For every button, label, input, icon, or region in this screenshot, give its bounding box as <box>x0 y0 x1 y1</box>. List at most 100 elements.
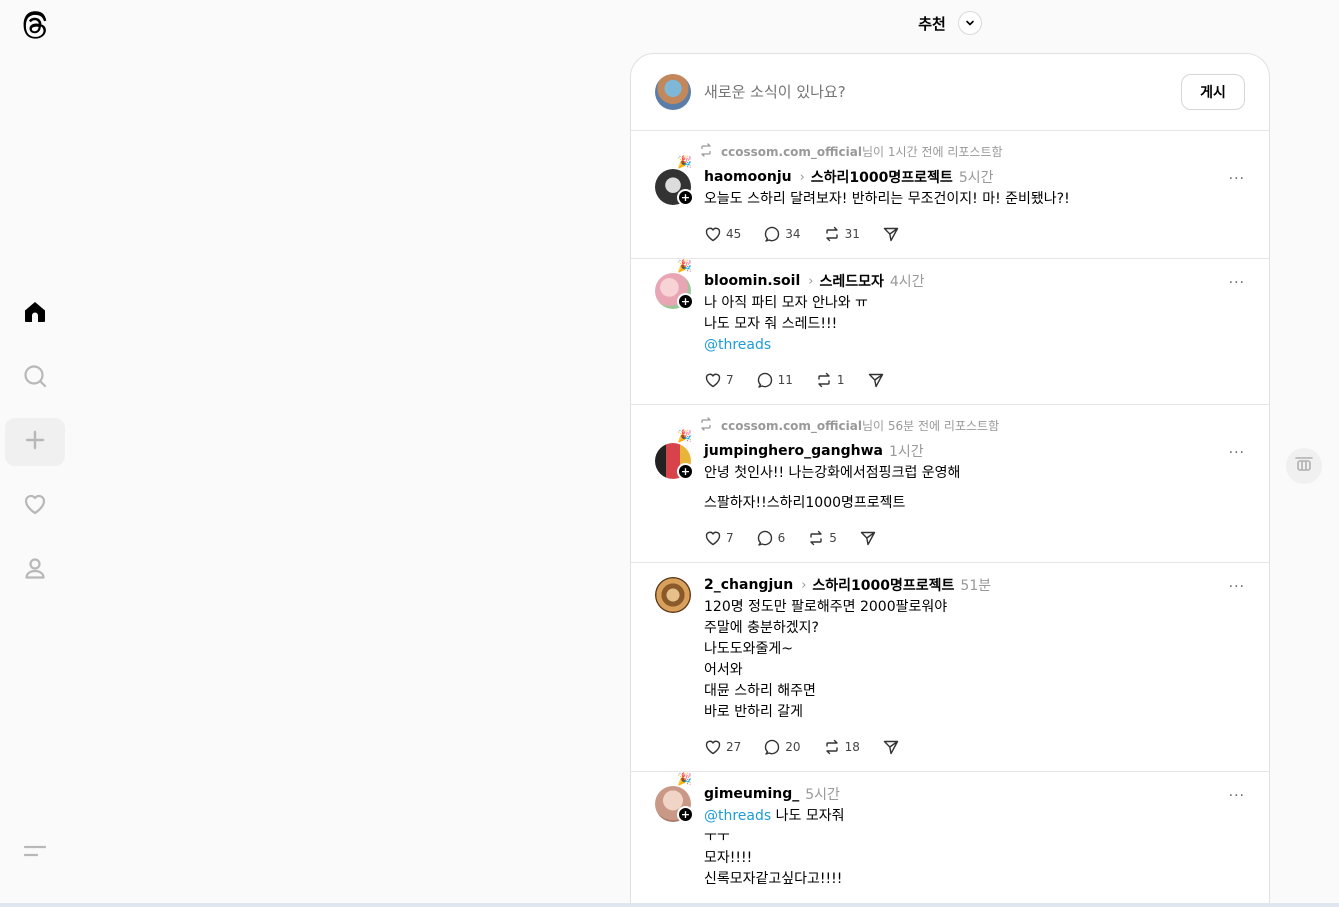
repost-button[interactable]: 31 <box>823 225 860 243</box>
reply-button[interactable]: 11 <box>756 371 793 389</box>
post: ccossom.com_official님이 1시간 전에 리포스트함 🎉 + … <box>631 131 1269 259</box>
post: 🎉 + gimeuming_ 5시간 @threads 나도 모자줘 ㅜㅜ 모자… <box>631 772 1269 905</box>
repost-user[interactable]: ccossom.com_official <box>721 145 862 159</box>
heart-icon <box>22 491 48 521</box>
repost-text: 님이 56분 전에 리포스트함 <box>862 418 1000 433</box>
party-hat-icon: 🎉 <box>677 259 692 273</box>
more-icon[interactable]: ··· <box>1229 275 1245 291</box>
post-topic[interactable]: 스하리1000명프로젝트 <box>812 575 954 595</box>
more-icon[interactable]: ··· <box>1229 579 1245 595</box>
repost-text: 님이 1시간 전에 리포스트함 <box>862 144 1003 159</box>
reply-icon <box>757 530 772 546</box>
follow-plus-icon[interactable]: + <box>677 293 694 310</box>
reply-count: 11 <box>777 373 793 387</box>
chevron-right-icon: › <box>808 273 814 289</box>
like-button[interactable]: 27 <box>704 738 741 756</box>
repost-icon <box>699 142 713 160</box>
share-button[interactable] <box>882 225 900 243</box>
scroll-top-icon <box>1294 456 1314 476</box>
repost-button[interactable]: 1 <box>815 371 845 389</box>
repost-count: 31 <box>844 227 860 241</box>
post-actions: 7 6 5 <box>704 528 1245 548</box>
reply-button[interactable]: 34 <box>763 225 801 243</box>
post-text: ㅜㅜ 모자!!!! 신록모자같고싶다고!!!! <box>704 829 843 887</box>
share-icon <box>883 227 899 242</box>
composer-input[interactable] <box>704 83 1181 101</box>
threads-logo-icon[interactable] <box>19 10 51 42</box>
nav-search[interactable] <box>5 354 65 402</box>
repost-count: 18 <box>844 740 860 754</box>
post-text: 안녕 첫인사!! 나는강화에서점핑크럽 운영해 <box>704 465 961 481</box>
reply-icon <box>765 739 780 755</box>
like-count: 7 <box>726 531 734 545</box>
feed-header: 추천 <box>631 10 1269 36</box>
like-button[interactable]: 7 <box>704 371 734 389</box>
post-username[interactable]: gimeuming_ <box>704 786 799 802</box>
repost-button[interactable]: 5 <box>807 529 837 547</box>
menu-button[interactable] <box>20 838 50 868</box>
more-icon[interactable]: ··· <box>1229 171 1245 187</box>
post-time[interactable]: 51분 <box>960 575 991 595</box>
share-button[interactable] <box>859 529 877 547</box>
post-username[interactable]: haomoonju <box>704 169 792 185</box>
post-time[interactable]: 4시간 <box>890 271 925 291</box>
mention-link[interactable]: @threads <box>704 335 1245 356</box>
nav-create[interactable] <box>5 418 65 466</box>
post-username[interactable]: bloomin.soil <box>704 273 800 289</box>
share-icon <box>883 740 899 755</box>
post-username[interactable]: jumpinghero_ganghwa <box>704 443 883 459</box>
repost-button[interactable]: 18 <box>823 738 860 756</box>
feed-switch-button[interactable] <box>957 11 982 35</box>
nav-activity[interactable] <box>5 482 65 530</box>
reply-button[interactable]: 6 <box>756 529 786 547</box>
scroll-top-button[interactable] <box>1286 448 1322 484</box>
share-button[interactable] <box>867 371 885 389</box>
party-hat-icon: 🎉 <box>677 155 692 169</box>
more-icon[interactable]: ··· <box>1229 788 1245 804</box>
post-text: @threads 나도 모자줘 <box>704 806 1245 827</box>
avatar[interactable] <box>655 577 691 613</box>
post-topic[interactable]: 스레드모자 <box>819 271 883 291</box>
share-icon <box>868 373 883 388</box>
like-count: 7 <box>726 373 734 387</box>
reply-count: 20 <box>785 740 801 754</box>
repost-user[interactable]: ccossom.com_official <box>721 419 862 433</box>
follow-plus-icon[interactable]: + <box>677 806 694 823</box>
home-icon <box>22 299 48 329</box>
post-time[interactable]: 5시간 <box>805 784 840 804</box>
post-text: 스팔하자!!스하리1000명프로젝트 <box>704 495 906 511</box>
reply-count: 6 <box>777 531 786 545</box>
post-time[interactable]: 1시간 <box>889 441 924 461</box>
profile-icon <box>22 555 48 585</box>
post-actions: 27 20 18 <box>704 737 1245 757</box>
bottom-divider <box>0 903 1339 907</box>
follow-plus-icon[interactable]: + <box>677 463 694 480</box>
repost-count: 1 <box>836 373 845 387</box>
post-text: 나도 모자 줘 스레드!!! <box>704 316 838 332</box>
repost-count: 5 <box>829 531 837 545</box>
post-button[interactable]: 게시 <box>1181 74 1245 110</box>
plus-icon <box>23 428 47 456</box>
post-username[interactable]: 2_changjun <box>704 577 793 593</box>
party-hat-icon: 🎉 <box>677 772 692 786</box>
like-button[interactable]: 7 <box>704 529 734 547</box>
party-hat-icon: 🎉 <box>677 429 692 443</box>
reply-button[interactable]: 20 <box>763 738 801 756</box>
like-count: 45 <box>726 227 742 241</box>
avatar[interactable] <box>655 74 691 110</box>
follow-plus-icon[interactable]: + <box>677 189 694 206</box>
more-icon[interactable]: ··· <box>1229 445 1245 461</box>
nav-home[interactable] <box>5 290 65 338</box>
chevron-down-icon <box>965 14 975 32</box>
menu-icon <box>23 842 47 864</box>
nav-profile[interactable] <box>5 546 65 594</box>
chevron-right-icon: › <box>799 169 805 185</box>
post-text: 나 아직 파티 모자 안나와 ㅠ <box>704 295 868 311</box>
share-button[interactable] <box>882 738 900 756</box>
post-time[interactable]: 5시간 <box>959 167 994 187</box>
like-icon <box>705 373 721 388</box>
repost-icon <box>825 226 838 242</box>
mention-link[interactable]: @threads <box>704 808 771 824</box>
post-topic[interactable]: 스하리1000명프로젝트 <box>811 167 953 187</box>
like-button[interactable]: 45 <box>704 225 741 243</box>
